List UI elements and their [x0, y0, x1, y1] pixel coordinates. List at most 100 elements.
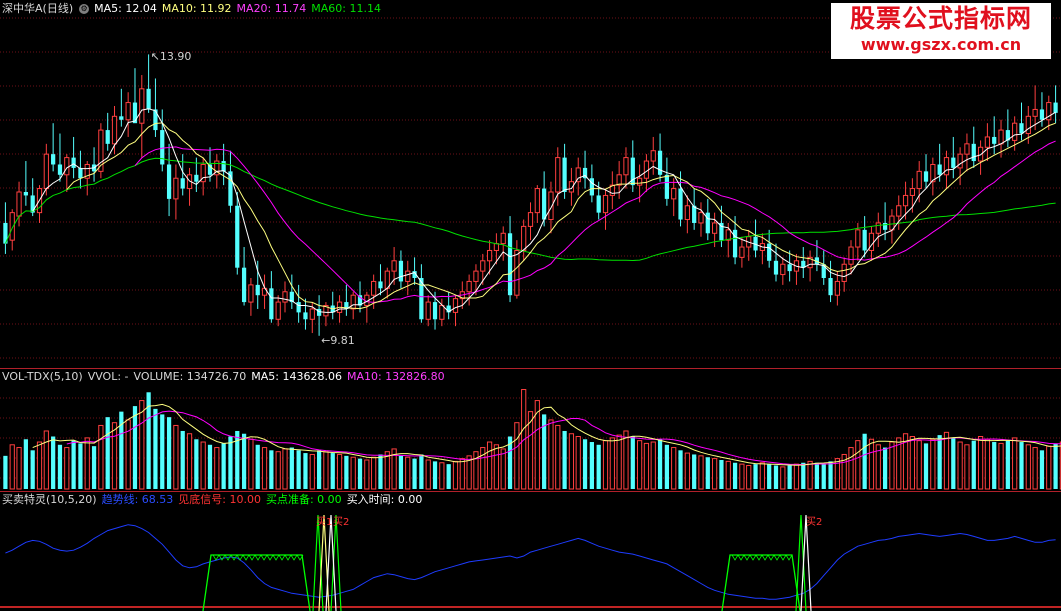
- volume-bar: [848, 447, 854, 490]
- volume-bar: [732, 462, 738, 489]
- volume-bar: [91, 446, 97, 489]
- gear-icon[interactable]: ⚙: [79, 4, 90, 14]
- indicator-panel[interactable]: 买卖特灵(10,5,20) 趋势线: 68.53 见底信号: 10.00 买点准备: …: [0, 491, 1061, 611]
- candle-body: [391, 260, 397, 272]
- candle-body: [405, 270, 411, 282]
- volume-bar: [23, 439, 28, 489]
- low-price-annotation: ←9.81: [321, 333, 355, 347]
- candle-body: [466, 280, 472, 293]
- volume-indicator-name: VOL-TDX(5,10): [2, 370, 83, 383]
- volume-bar: [793, 463, 800, 490]
- candle-body: [125, 102, 131, 121]
- volume-bar: [194, 439, 199, 489]
- volume-bar: [636, 440, 643, 490]
- candle-body: [480, 260, 486, 272]
- volume-bar: [664, 444, 670, 489]
- buy-time-spike: [325, 514, 337, 611]
- candle-body: [657, 150, 663, 175]
- candle-body: [916, 170, 922, 190]
- candle-body: [957, 153, 963, 169]
- volume-bar: [364, 459, 370, 490]
- volume-panel[interactable]: VOL-TDX(5,10) VVOL: - VOLUME: 134726.70 MA5…: [0, 368, 1061, 491]
- candle-body: [64, 157, 70, 176]
- candle-body: [432, 302, 438, 320]
- candle-body: [23, 192, 28, 196]
- volume-bar: [357, 458, 363, 489]
- candle-body: [923, 171, 929, 182]
- volume-bar: [623, 430, 629, 490]
- volume-bar: [289, 447, 294, 489]
- candle-body: [1032, 108, 1038, 117]
- buy-ready-tick: [785, 554, 793, 561]
- buy-ready-tick: [248, 554, 256, 561]
- volume-bar: [398, 455, 404, 489]
- volume-bar: [916, 440, 922, 490]
- buy-ready-tick: [779, 554, 787, 561]
- volume-bar: [971, 440, 976, 489]
- volume-bar: [3, 455, 8, 489]
- volume-bar: [316, 450, 322, 489]
- volume-value: VOLUME: 134726.70: [133, 370, 247, 383]
- volume-bar: [419, 454, 424, 489]
- candle-body: [602, 194, 609, 214]
- volume-bar: [930, 438, 936, 490]
- candle-body: [439, 305, 445, 320]
- volume-bar: [425, 459, 431, 490]
- volume-bar: [575, 436, 581, 490]
- candle-body: [132, 102, 138, 124]
- candle-body: [937, 164, 942, 175]
- candle-body: [678, 188, 683, 220]
- volume-bar: [432, 461, 438, 489]
- volume-bar: [1039, 450, 1045, 489]
- candle-body: [51, 154, 56, 165]
- watermark-logo: 股票公式指标网 www.gszx.com.cn: [831, 3, 1051, 59]
- buy-ready-tick: [278, 554, 286, 561]
- candle-body: [943, 157, 950, 176]
- volume-bar: [1046, 445, 1052, 490]
- candle-body: [111, 115, 118, 145]
- volume-bar: [384, 451, 390, 490]
- volume-bar: [807, 460, 813, 490]
- price-panel[interactable]: 深中华A(日线) ⚙ MA5: 12.04 MA10: 11.92 MA20: 11.7…: [0, 0, 1061, 368]
- candle-body: [684, 205, 690, 221]
- price-legend: 深中华A(日线) ⚙ MA5: 12.04 MA10: 11.92 MA20: 11.7…: [2, 2, 386, 16]
- candle-body: [855, 229, 861, 248]
- candle-body: [998, 129, 1004, 145]
- ma10-label: MA10: 11.92: [161, 2, 232, 15]
- candle-body: [902, 194, 909, 207]
- volume-bar: [336, 453, 343, 490]
- volume-bar: [153, 408, 158, 489]
- volume-bar: [78, 443, 83, 489]
- volume-bar: [909, 436, 915, 490]
- candle-body: [636, 177, 643, 186]
- candle-body: [139, 88, 145, 124]
- bottom-signal-label: 见底信号: 10.00: [178, 493, 261, 506]
- volume-bar: [405, 456, 411, 490]
- volume-bar: [1032, 447, 1038, 490]
- buy-ready-tick: [290, 554, 298, 561]
- candle-body: [692, 205, 697, 223]
- volume-bar: [1019, 442, 1024, 489]
- volume-bar: [111, 422, 118, 490]
- candle-body: [500, 232, 506, 245]
- candle-body: [235, 205, 240, 268]
- candle-body: [166, 164, 172, 199]
- candle-body: [303, 312, 308, 320]
- indicator-legend: 买卖特灵(10,5,20) 趋势线: 68.53 见底信号: 10.00 买点准备: …: [2, 493, 427, 507]
- candle-body: [555, 157, 561, 193]
- candle-body: [241, 267, 247, 303]
- candle-body: [841, 263, 847, 282]
- indicator-plot[interactable]: [0, 491, 1061, 611]
- volume-plot[interactable]: [0, 368, 1061, 491]
- buy-ready-zone-right: [721, 554, 801, 611]
- candle-body: [650, 150, 656, 162]
- volume-bar: [221, 443, 226, 489]
- candle-body: [596, 195, 601, 213]
- buy-time-spike: [800, 514, 812, 611]
- candle-body: [739, 246, 745, 258]
- candle-body: [296, 302, 301, 313]
- volume-bar: [746, 465, 752, 490]
- candle-body: [493, 243, 500, 251]
- buy-ready-tick: [773, 554, 781, 561]
- ma60-label: MA60: 11.14: [311, 2, 381, 15]
